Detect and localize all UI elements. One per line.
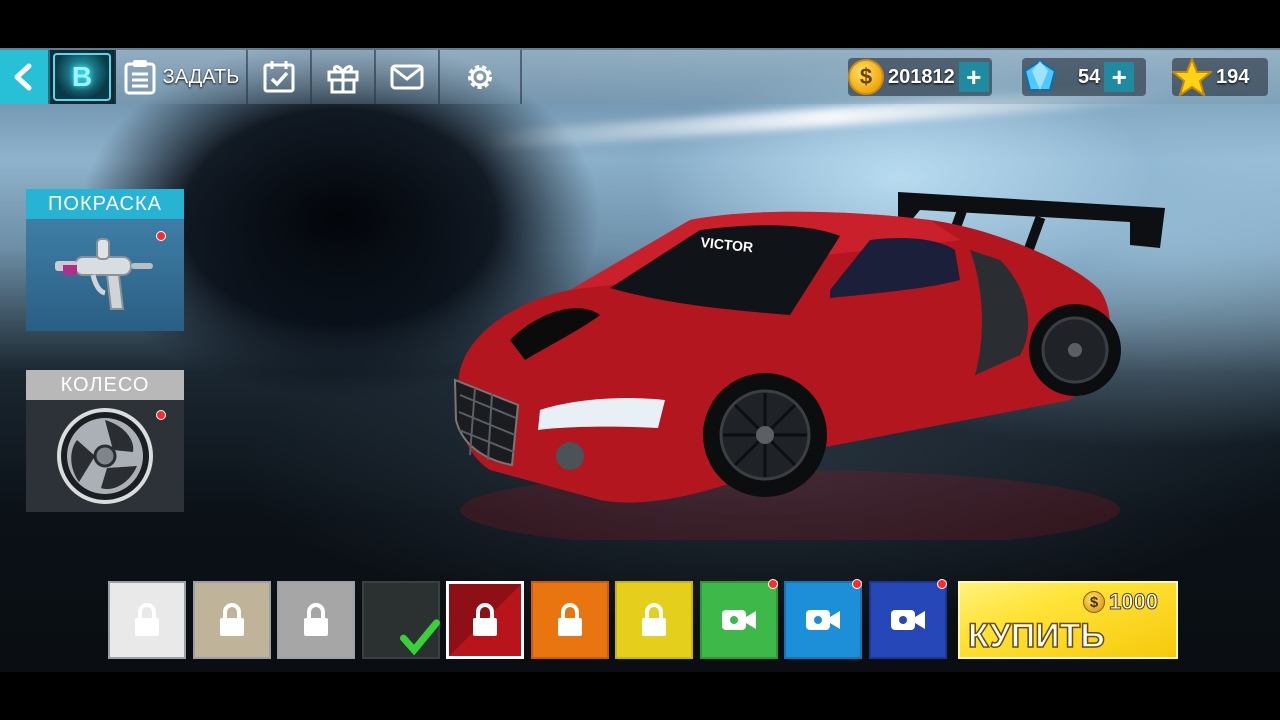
color-swatch-silver[interactable]: [277, 581, 355, 659]
stars-counter: 194: [1172, 58, 1268, 96]
buy-price-value: 1000: [1109, 589, 1159, 615]
buy-label: КУПИТЬ: [967, 616, 1105, 656]
car-model: VICTOR: [453, 192, 1165, 540]
spray-gun-icon: [55, 238, 153, 310]
color-swatch-orange[interactable]: [531, 581, 609, 659]
paint-category-title: ПОКРАСКА: [26, 189, 184, 219]
lock-icon: [558, 603, 582, 636]
paint-category-image: [26, 219, 184, 331]
notification-dot: [156, 231, 166, 241]
color-swatch-yellow[interactable]: [615, 581, 693, 659]
rank-badge: B: [53, 53, 111, 101]
checkmark-icon: [400, 619, 440, 656]
settings-button[interactable]: [440, 50, 522, 104]
notification-dot: [768, 579, 778, 589]
notification-dot: [937, 579, 947, 589]
lock-icon: [473, 603, 497, 636]
settings-gear-icon: [468, 65, 492, 89]
notification-dot: [156, 410, 166, 420]
wheel-category-card[interactable]: КОЛЕСО: [26, 370, 184, 512]
calendar-check-icon: [263, 61, 295, 93]
wheel-category-image: [26, 400, 184, 512]
gems-counter: 54 +: [1022, 58, 1146, 96]
color-swatch-red[interactable]: [446, 581, 524, 659]
wheel-rim-icon: [57, 408, 153, 504]
lock-icon: [642, 603, 666, 636]
buy-price: $ 1000: [1083, 589, 1158, 615]
notification-dot: [852, 579, 862, 589]
video-camera-icon: [722, 610, 756, 630]
add-gems-button[interactable]: +: [1104, 62, 1135, 92]
back-button[interactable]: [0, 50, 50, 104]
coins-value: 201812: [888, 65, 955, 88]
color-swatch-navy-video[interactable]: [869, 579, 947, 659]
clipboard-icon: [124, 60, 156, 95]
color-swatch-blue-video[interactable]: [784, 579, 862, 659]
mail-button[interactable]: [376, 50, 440, 104]
mail-icon: [390, 64, 424, 90]
gift-button[interactable]: [312, 50, 376, 104]
paint-category-card[interactable]: ПОКРАСКА: [26, 189, 184, 331]
gift-icon: [327, 65, 359, 94]
lock-icon: [220, 603, 244, 636]
color-swatch-dark-gray[interactable]: [362, 581, 440, 659]
coins-counter: $ 201812 +: [848, 58, 992, 96]
color-swatch-green-video[interactable]: [700, 579, 778, 659]
video-camera-icon: [891, 610, 925, 630]
tasks-button[interactable]: ЗАДАТЬ: [116, 50, 248, 104]
stars-value: 194: [1216, 65, 1250, 88]
video-camera-icon: [806, 610, 840, 630]
letterbox-top: [0, 0, 1280, 48]
color-swatch-white[interactable]: [108, 581, 186, 659]
back-arrow-icon: [14, 63, 32, 91]
letterbox-bottom: [0, 672, 1280, 720]
rank-badge-button[interactable]: B: [50, 50, 116, 104]
lock-icon: [304, 603, 328, 636]
color-swatch-beige[interactable]: [193, 581, 271, 659]
daily-checkin-button[interactable]: [248, 50, 312, 104]
coin-icon: $: [1083, 591, 1106, 613]
tasks-label: ЗАДАТЬ: [162, 65, 240, 88]
gems-value: 54: [1078, 65, 1101, 88]
coin-icon: $: [848, 59, 884, 95]
star-icon: [1172, 58, 1212, 96]
add-coins-button[interactable]: +: [958, 62, 989, 92]
wheel-category-title: КОЛЕСО: [26, 370, 184, 400]
gem-icon: [1023, 59, 1057, 91]
buy-button[interactable]: $ 1000 КУПИТЬ: [958, 581, 1178, 659]
lock-icon: [135, 603, 159, 636]
